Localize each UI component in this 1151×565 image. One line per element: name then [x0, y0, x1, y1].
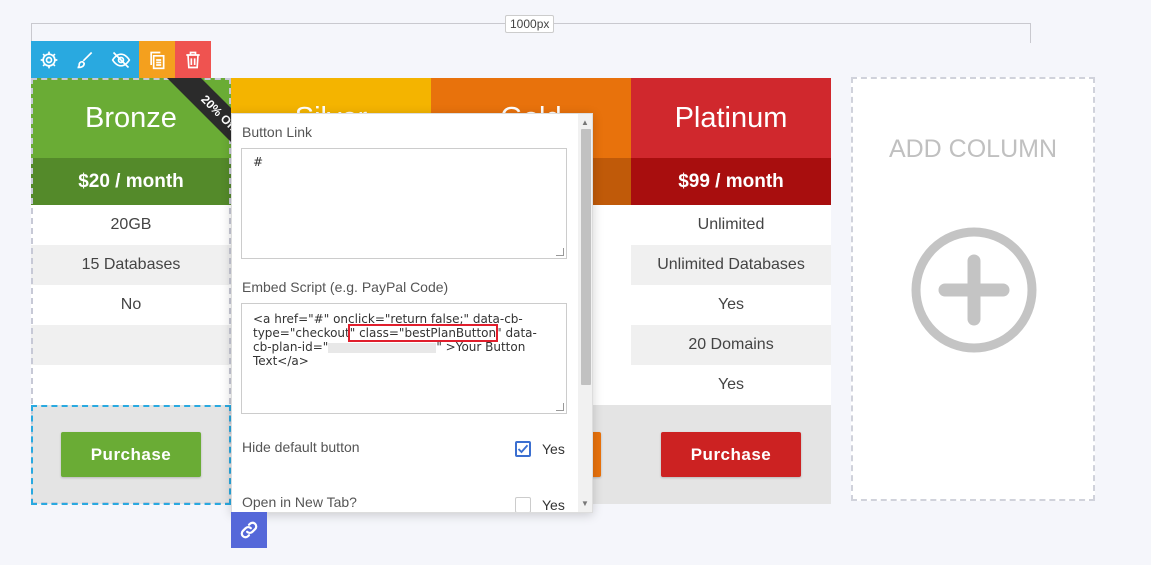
panel-scrollbar[interactable]: ▲ ▼	[578, 114, 592, 512]
embed-script-label: Embed Script (e.g. PayPal Code)	[242, 279, 449, 295]
button-link-textarea[interactable]: #	[241, 148, 567, 259]
duplicate-button[interactable]	[139, 41, 175, 78]
style-button[interactable]	[67, 41, 103, 78]
feature-row: Unlimited Databases	[631, 245, 831, 285]
purchase-button-platinum[interactable]: Purchase	[661, 432, 801, 477]
column-footer[interactable]: Purchase	[631, 405, 831, 504]
open-new-tab-label: Open in New Tab?	[242, 494, 357, 510]
column-title: Platinum	[631, 78, 831, 158]
feature-row: 20 Domains	[631, 325, 831, 365]
gear-icon	[40, 51, 58, 68]
feature-row: Unlimited	[697, 216, 765, 233]
feature-row: 15 Databases	[31, 245, 231, 285]
hide-default-checkbox[interactable]	[515, 441, 531, 457]
button-settings-panel: Button Link # Embed Script (e.g. PayPal …	[231, 113, 593, 513]
scroll-down-arrow-icon[interactable]: ▼	[581, 499, 589, 508]
link-icon	[240, 521, 258, 539]
resize-grip[interactable]	[556, 403, 564, 411]
feature-row: Yes	[717, 296, 745, 313]
hide-button[interactable]	[103, 41, 139, 78]
ruler-tick-right	[1030, 23, 1031, 43]
column-footer[interactable]: Purchase	[31, 405, 231, 504]
highlighted-class-attribute: " class="bestPlanButton	[347, 324, 499, 342]
link-button[interactable]	[231, 512, 267, 548]
brush-icon	[77, 51, 93, 68]
resize-grip[interactable]	[556, 248, 564, 256]
settings-button[interactable]	[31, 41, 67, 78]
pricing-column-platinum[interactable]: Platinum $99 / month Unlimited Unlimited…	[631, 78, 831, 504]
embed-script-value: <a href="#" onclick="return false;" data…	[242, 304, 566, 374]
add-column-placeholder[interactable]: ADD COLUMN	[851, 77, 1095, 501]
delete-button[interactable]	[175, 41, 211, 78]
plus-circle-icon[interactable]	[910, 226, 1038, 354]
column-toolbar	[31, 41, 211, 78]
embed-script-textarea[interactable]: <a href="#" onclick="return false;" data…	[241, 303, 567, 414]
discount-ribbon-label: 20% Off	[164, 78, 231, 168]
button-link-label: Button Link	[242, 124, 313, 140]
open-new-tab-yes-label: Yes	[542, 497, 565, 513]
ruler-width-label: 1000px	[505, 15, 555, 33]
copy-icon	[150, 51, 165, 69]
scroll-thumb[interactable]	[581, 129, 591, 385]
scroll-up-arrow-icon[interactable]: ▲	[581, 118, 589, 127]
feature-row	[31, 365, 231, 405]
button-link-value: #	[253, 155, 264, 169]
feature-row: 20GB	[110, 216, 152, 233]
discount-ribbon: 20% Off	[131, 78, 231, 178]
hide-default-button-label: Hide default button	[242, 439, 360, 455]
checkmark-icon	[517, 444, 529, 454]
feature-row: No	[120, 296, 142, 313]
trash-icon	[186, 51, 200, 68]
redacted-plan-id	[328, 342, 437, 353]
eye-off-icon	[111, 51, 131, 68]
feature-row: Yes	[717, 376, 745, 393]
add-column-label: ADD COLUMN	[888, 135, 1058, 163]
hide-default-yes-label: Yes	[542, 441, 565, 457]
open-new-tab-checkbox[interactable]	[515, 497, 531, 512]
feature-row	[31, 325, 231, 365]
column-price: $99 / month	[631, 158, 831, 205]
purchase-button-bronze[interactable]: Purchase	[61, 432, 201, 477]
ruler-tick-left	[31, 23, 32, 43]
